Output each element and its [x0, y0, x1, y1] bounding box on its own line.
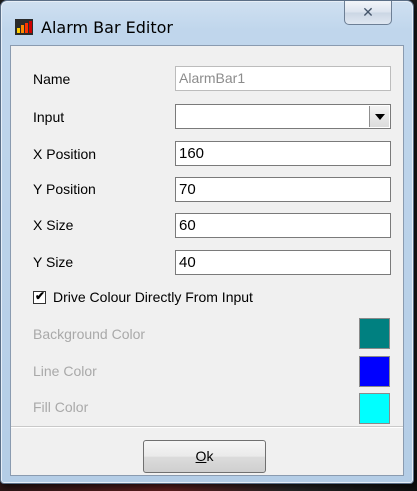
y-size-field[interactable]: 40 — [175, 250, 391, 275]
background-color-label: Background Color — [33, 326, 146, 342]
x-size-field[interactable]: 60 — [175, 213, 391, 238]
alarm-bar-editor-dialog: Alarm Bar Editor ✕ Name AlarmBar1 Input … — [0, 0, 414, 484]
close-icon: ✕ — [362, 4, 374, 20]
line-color-label: Line Color — [33, 363, 97, 379]
window-title: Alarm Bar Editor — [41, 18, 173, 37]
fill-color-label: Fill Color — [33, 399, 89, 415]
ok-mnemonic: O — [195, 448, 207, 464]
drive-colour-label[interactable]: Drive Colour Directly From Input — [53, 289, 253, 305]
dialog-body: Name AlarmBar1 Input X Position 160 Y Po… — [10, 45, 404, 476]
chevron-down-icon[interactable] — [369, 106, 389, 127]
x-position-label: X Position — [33, 146, 97, 162]
ok-button[interactable]: Ok — [143, 440, 266, 473]
name-field[interactable]: AlarmBar1 — [175, 66, 391, 91]
line-color-swatch[interactable] — [359, 356, 390, 387]
y-position-field[interactable]: 70 — [175, 177, 391, 202]
x-position-field[interactable]: 160 — [175, 141, 391, 166]
close-button[interactable]: ✕ — [344, 1, 392, 25]
y-size-label: Y Size — [33, 254, 74, 270]
ok-label-rest: k — [206, 448, 214, 464]
bar-chart-icon — [15, 19, 33, 35]
title-bar[interactable]: Alarm Bar Editor ✕ — [1, 1, 413, 45]
background-color-swatch[interactable] — [359, 318, 390, 349]
check-icon: ✔ — [35, 289, 46, 303]
drive-colour-checkbox[interactable]: ✔ — [33, 289, 46, 304]
name-label: Name — [33, 71, 71, 87]
divider — [11, 426, 403, 428]
fill-color-swatch[interactable] — [359, 393, 390, 424]
input-label: Input — [33, 109, 65, 125]
input-select[interactable] — [175, 104, 391, 129]
y-position-label: Y Position — [33, 181, 96, 197]
x-size-label: X Size — [33, 217, 74, 233]
